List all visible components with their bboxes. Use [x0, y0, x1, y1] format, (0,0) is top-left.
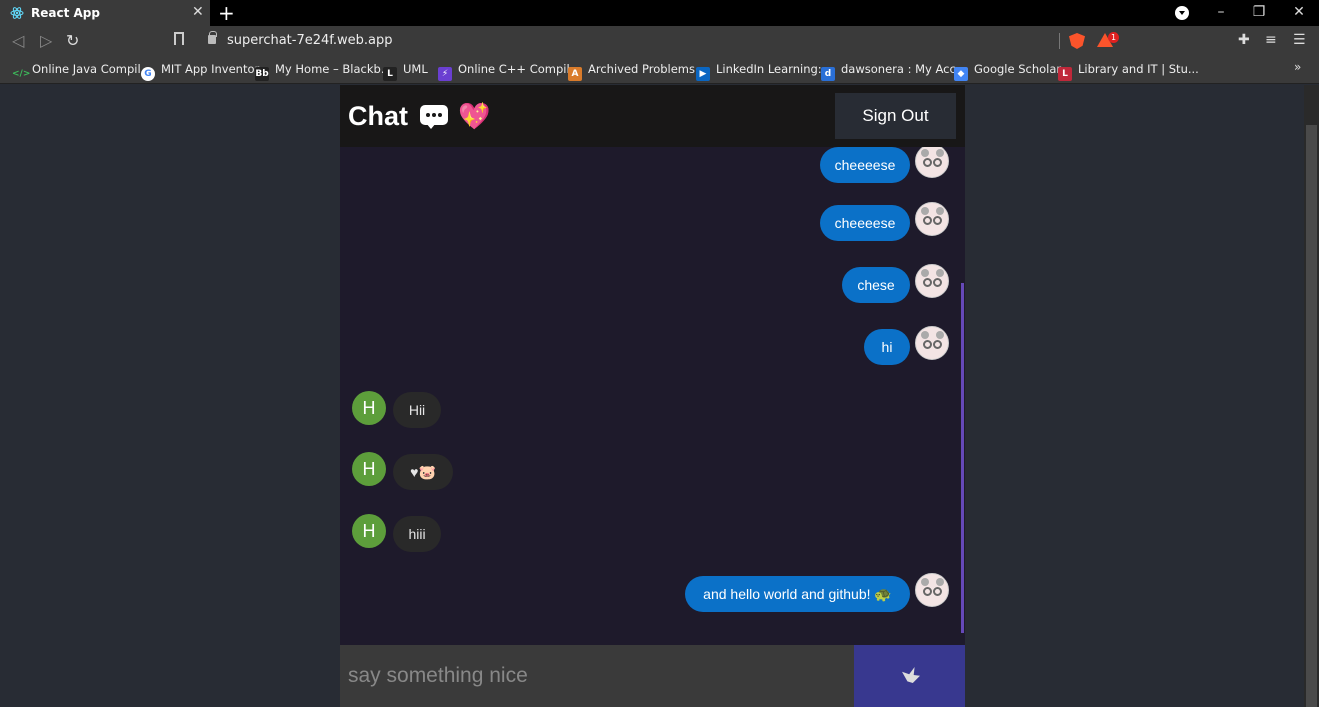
blackboard-icon: Bb	[255, 67, 269, 81]
more-bookmarks-icon[interactable]: »	[1294, 60, 1301, 74]
menu-icon[interactable]: ☰	[1293, 32, 1306, 48]
cat-avatar	[915, 326, 949, 360]
cat-avatar	[915, 264, 949, 298]
app-title: Chat	[348, 101, 408, 131]
user-avatar: H	[352, 514, 386, 548]
chat-message: chese	[340, 264, 965, 307]
reload-icon[interactable]: ↻	[66, 31, 79, 50]
message-text: ♥🐷	[393, 454, 453, 490]
dove-icon	[902, 667, 920, 683]
message-text: cheeeese	[820, 205, 910, 241]
cat-avatar	[915, 202, 949, 236]
play-icon: ▶	[696, 67, 710, 81]
lightning-icon: ⚡	[438, 67, 452, 81]
bookmark-item[interactable]: L Library and IT | Stu...	[1058, 62, 1199, 81]
uml-icon: L	[383, 67, 397, 81]
cat-avatar	[915, 573, 949, 607]
message-text: Hii	[393, 392, 441, 428]
page-scrollbar-thumb[interactable]	[1306, 125, 1317, 707]
scholar-icon: ◆	[954, 67, 968, 81]
restore-icon[interactable]: ❐	[1249, 4, 1269, 20]
notification-badge: 1	[1108, 32, 1119, 43]
message-input[interactable]	[340, 645, 854, 707]
address-bar[interactable]: superchat-7e24f.web.app	[198, 29, 1060, 53]
message-text: hiii	[393, 516, 441, 552]
user-avatar: H	[352, 391, 386, 425]
extensions-icon[interactable]: ✚	[1238, 32, 1250, 48]
chat-message: hi	[340, 326, 965, 368]
message-form	[340, 645, 965, 707]
close-tab-icon[interactable]: ✕	[192, 4, 204, 20]
app-header: Chat 💖 Sign Out	[340, 85, 965, 147]
chat-message: H hiii	[340, 514, 965, 554]
bookmarks-bar: </> Online Java Compil... G MIT App Invent…	[0, 56, 1319, 84]
bookmark-item[interactable]: ◆ Google Scholar	[954, 62, 1061, 81]
archive-icon: A	[568, 67, 582, 81]
new-tab-button[interactable]: +	[218, 1, 235, 25]
bookmark-icon[interactable]	[174, 32, 184, 45]
chat-message: cheeeese	[340, 202, 965, 245]
lock-icon	[208, 31, 217, 44]
tab-react-app[interactable]: React App ✕	[0, 0, 210, 26]
library-icon: L	[1058, 67, 1072, 81]
book-icon: d	[821, 67, 835, 81]
message-text: and hello world and github! 🐢	[685, 576, 910, 612]
profile-menu-icon[interactable]	[1175, 6, 1189, 20]
bookmark-item[interactable]: d dawsonera : My Acc...	[821, 62, 967, 81]
chat-message: H Hii	[340, 391, 965, 431]
chat-message: and hello world and github! 🐢	[340, 573, 965, 615]
user-avatar: H	[352, 452, 386, 486]
chat-app: Chat 💖 Sign Out cheeeese cheeeese chese …	[340, 85, 965, 707]
bookmark-item[interactable]: ▶ LinkedIn Learning:...	[696, 62, 833, 81]
message-text: chese	[842, 267, 910, 303]
bookmark-item[interactable]: L UML	[383, 62, 428, 81]
message-list[interactable]: cheeeese cheeeese chese hi H Hii H ♥🐷 H …	[340, 147, 965, 645]
message-scrollbar[interactable]	[961, 283, 964, 633]
forward-icon[interactable]: ▷	[40, 31, 52, 50]
sign-out-button[interactable]: Sign Out	[835, 93, 956, 139]
bookmark-item[interactable]: </> Online Java Compil...	[12, 62, 152, 81]
tab-title: React App	[31, 6, 100, 20]
bookmark-item[interactable]: G MIT App Inventor	[141, 62, 259, 81]
bookmark-item[interactable]: Bb My Home – Blackb...	[255, 62, 392, 81]
send-button[interactable]	[854, 645, 965, 707]
url-text: superchat-7e24f.web.app	[227, 33, 393, 48]
chat-message: cheeeese	[340, 147, 965, 187]
google-icon: G	[141, 67, 155, 81]
chat-message: H ♥🐷	[340, 452, 965, 492]
message-text: hi	[864, 329, 910, 365]
tab-bar: React App ✕ + – ❐ ✕	[0, 0, 1319, 26]
react-icon	[10, 7, 24, 19]
code-icon: </>	[12, 69, 31, 79]
media-icon[interactable]: ≡	[1265, 32, 1277, 48]
message-text: cheeeese	[820, 147, 910, 183]
bookmark-item[interactable]: ⚡ Online C++ Compil...	[438, 62, 581, 81]
speech-bubble-icon	[420, 105, 448, 129]
toolbar-divider	[1059, 33, 1060, 49]
close-window-icon[interactable]: ✕	[1289, 4, 1309, 20]
sparkling-heart-icon: 💖	[458, 102, 491, 132]
browser-toolbar: ◁ ▷ ↻ superchat-7e24f.web.app	[0, 26, 1319, 56]
minimize-icon[interactable]: –	[1211, 4, 1231, 20]
cat-avatar	[915, 147, 949, 178]
back-icon[interactable]: ◁	[12, 31, 24, 50]
bookmark-item[interactable]: A Archived Problems...	[568, 62, 706, 81]
